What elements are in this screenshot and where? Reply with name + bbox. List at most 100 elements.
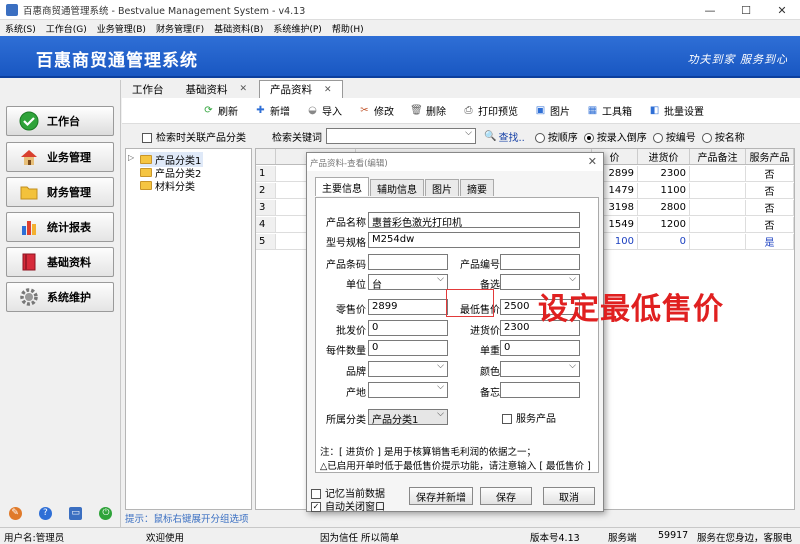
brand-select[interactable] <box>368 361 448 377</box>
toolbox-button[interactable]: ▦ 工具箱 <box>586 103 632 118</box>
plus-icon: ✚ <box>256 105 265 116</box>
grid-header-cell[interactable] <box>256 149 276 164</box>
service-product-checkbox[interactable]: 服务产品 <box>502 410 556 425</box>
title-bar: 百惠商贸通管理系统 - Bestvalue Management System … <box>0 0 800 20</box>
menu-business[interactable]: 业务管理(B) <box>97 22 146 35</box>
menu-basic-data[interactable]: 基础资料(B) <box>214 22 263 35</box>
model-input[interactable]: M254dw <box>368 232 580 248</box>
close-button[interactable]: ✕ <box>764 0 800 20</box>
tab-images[interactable]: 图片 <box>425 179 459 196</box>
origin-label: 产地 <box>346 388 366 399</box>
origin-select[interactable] <box>368 382 448 398</box>
image-icon: ▣ <box>535 105 546 116</box>
cost-label: 进货价 <box>470 326 500 337</box>
sort-by-code-radio[interactable]: 按编号 <box>652 129 696 144</box>
tools-icon: ✂ <box>360 105 369 116</box>
edit-icon[interactable]: ✎ <box>8 506 22 520</box>
tab-main-info[interactable]: 主要信息 <box>315 177 369 196</box>
refresh-button[interactable]: ⟳ 刷新 <box>202 103 238 118</box>
nav-business[interactable]: 业务管理 <box>6 142 114 172</box>
qty-label: 每件数量 <box>326 346 366 357</box>
app-banner: 百惠商贸通管理系统 功夫到家 服务到心 <box>0 36 800 78</box>
tab-product-data[interactable]: 产品资料 ✕ <box>259 80 343 98</box>
nav-reports[interactable]: 统计报表 <box>6 212 114 242</box>
sort-by-order-radio[interactable]: 按顺序 <box>534 129 578 144</box>
tab-aux-info[interactable]: 辅助信息 <box>370 179 424 196</box>
help-icon[interactable]: ? <box>38 506 52 520</box>
toolbox-icon: ▦ <box>587 105 598 116</box>
check-circle-icon <box>19 111 39 131</box>
close-icon[interactable]: ✕ <box>588 155 597 168</box>
find-button[interactable]: 查找.. <box>498 129 524 144</box>
print-preview-button[interactable]: ⎙ 打印预览 <box>462 103 519 118</box>
weight-label: 单重 <box>480 346 500 357</box>
nav-label: 财务管理 <box>47 186 91 199</box>
image-button[interactable]: ▣ 图片 <box>534 103 570 118</box>
delete-button[interactable]: 🗑 删除 <box>410 103 446 118</box>
nav-label: 系统维护 <box>47 291 91 304</box>
menu-finance[interactable]: 财务管理(F) <box>156 22 204 35</box>
grid-header-cell[interactable]: 产品备注 <box>690 149 746 164</box>
power-icon[interactable]: ⏻ <box>99 506 113 520</box>
tree-item-materials[interactable]: 材料分类 <box>140 178 195 193</box>
nav-label: 工作台 <box>47 115 80 128</box>
save-and-new-button[interactable]: 保存并新增 <box>409 487 473 505</box>
menu-bar: 系统(S) 工作台(G) 业务管理(B) 财务管理(F) 基础资料(B) 系统维… <box>0 20 800 36</box>
link-category-checkbox[interactable]: 检索时关联产品分类 <box>142 129 246 144</box>
folder-icon <box>19 182 39 202</box>
minimize-button[interactable]: — <box>692 0 728 20</box>
batch-settings-button[interactable]: ◧ 批量设置 <box>648 103 704 118</box>
close-icon[interactable]: ✕ <box>324 85 332 95</box>
unit-select[interactable]: 台 <box>368 274 448 290</box>
gear-icon <box>19 287 39 307</box>
tab-summary[interactable]: 摘要 <box>460 179 494 196</box>
sort-by-entry-desc-radio[interactable]: 按录入倒序 <box>583 129 647 144</box>
color-label: 颜色 <box>480 367 500 378</box>
qty-per-pack-input[interactable]: 0 <box>368 340 448 356</box>
nav-maintenance[interactable]: 系统维护 <box>6 282 114 312</box>
tree-expander[interactable]: ▷ <box>128 153 134 162</box>
search-keyword-input[interactable] <box>326 128 476 144</box>
unit-label: 单位 <box>346 280 366 291</box>
menu-help[interactable]: 帮助(H) <box>332 22 364 35</box>
nav-label: 统计报表 <box>47 221 91 234</box>
sort-by-name-radio[interactable]: 按名称 <box>701 129 745 144</box>
monitor-icon[interactable]: ▭ <box>69 506 83 520</box>
unit-weight-input[interactable]: 0 <box>500 340 580 356</box>
status-motto: 因为信任 所以简单 <box>320 533 400 544</box>
search-icon: 🔍 <box>484 130 497 142</box>
product-code-input[interactable] <box>500 254 580 270</box>
import-button[interactable]: ◒ 导入 <box>306 103 342 118</box>
nav-basic-data[interactable]: 基础资料 <box>6 247 114 277</box>
wholesale-price-input[interactable]: 0 <box>368 320 448 336</box>
close-icon[interactable]: ✕ <box>240 84 248 94</box>
nav-workbench[interactable]: 工作台 <box>6 106 114 136</box>
auto-close-checkbox[interactable]: ✓ 自动关闭窗口 <box>311 498 385 513</box>
edit-button[interactable]: ✂ 修改 <box>358 103 394 118</box>
wholesale-label: 批发价 <box>336 326 366 337</box>
memo-input[interactable] <box>500 382 580 398</box>
tab-workbench[interactable]: 工作台 <box>122 80 174 98</box>
folder-icon <box>140 168 152 177</box>
add-button[interactable]: ✚ 新增 <box>254 103 290 118</box>
category-label: 所属分类 <box>326 415 366 426</box>
menu-maintenance[interactable]: 系统维护(P) <box>273 22 321 35</box>
cancel-button[interactable]: 取消 <box>543 487 595 505</box>
barcode-input[interactable] <box>368 254 448 270</box>
menu-workbench[interactable]: 工作台(G) <box>46 22 87 35</box>
main-info-panel: 产品名称 惠普彩色激光打印机 型号规格 M254dw 产品条码 产品编号 单位 … <box>315 197 599 473</box>
tab-basic-data[interactable]: 基础资料 ✕ <box>176 80 258 98</box>
maximize-button[interactable]: ☐ <box>728 0 764 20</box>
category-select[interactable]: 产品分类1 <box>368 409 448 425</box>
color-select[interactable] <box>500 361 580 377</box>
grid-header-cell[interactable]: 服务产品 <box>746 149 794 164</box>
save-button[interactable]: 保存 <box>480 487 532 505</box>
product-name-input[interactable]: 惠普彩色激光打印机 <box>368 212 580 228</box>
trash-icon: 🗑 <box>410 105 423 116</box>
grid-header-cell[interactable]: 进货价 <box>638 149 690 164</box>
nav-finance[interactable]: 财务管理 <box>6 177 114 207</box>
menu-system[interactable]: 系统(S) <box>5 22 36 35</box>
app-slogan: 功夫到家 服务到心 <box>687 53 788 66</box>
dialog-tabs: 主要信息 辅助信息 图片 摘要 <box>315 177 495 196</box>
retail-price-input[interactable]: 2899 <box>368 299 448 315</box>
